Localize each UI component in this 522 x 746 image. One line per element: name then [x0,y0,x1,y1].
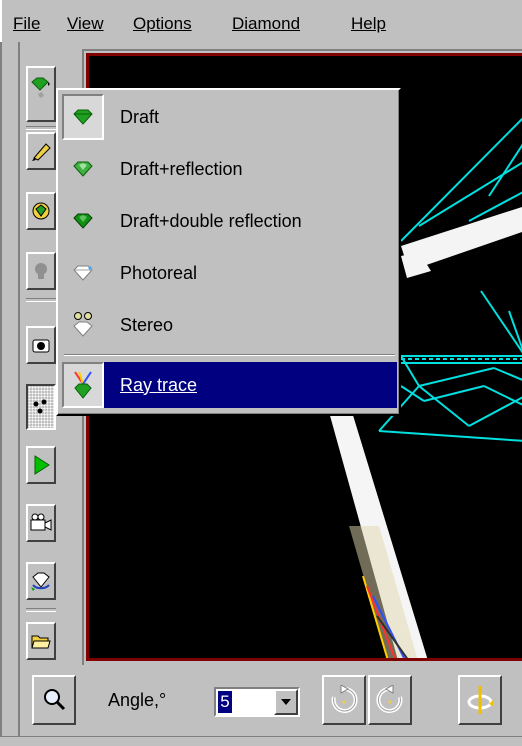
rotate-counterclockwise-button[interactable] [368,675,412,725]
bottom-toolbar: Angle,° 5 [22,671,522,731]
spin-axis-button[interactable] [458,675,502,725]
menu-item-draft-label: Draft [120,106,160,127]
camera-button[interactable] [26,326,56,364]
gem-settings-button[interactable] [26,192,56,230]
pencil-tool-button[interactable] [26,132,56,170]
angle-dropdown-button[interactable] [274,689,298,715]
photoreal-diamond-icon [62,250,104,296]
diamond-rotate-button[interactable] [26,562,56,600]
light-bulb-icon [35,263,47,279]
draft-reflection-diamond-icon [62,146,104,192]
toolbar-separator [26,298,56,302]
menu-diamond[interactable]: Diamond [232,14,300,34]
zoom-button[interactable] [32,675,76,725]
menu-help[interactable]: Help [351,14,386,34]
open-folder-icon [31,635,51,649]
menu-item-draft[interactable]: Draft [62,94,397,140]
menu-item-ray-trace[interactable]: Ray trace [62,362,397,408]
menu-separator [64,354,395,356]
play-icon [34,455,50,475]
diamond-rotate-icon [31,572,50,591]
menu-view[interactable]: View [67,14,104,34]
menu-item-draft-double-reflection-label: Draft+double reflection [120,210,302,231]
ray-trace-icon [62,362,104,408]
menu-diamond-label: Diamond [232,14,301,33]
left-toolbar [22,42,58,664]
angle-value: 5 [218,691,232,713]
toolbar-left-edge [18,42,20,736]
light-button[interactable] [26,252,56,290]
menu-item-draft-reflection-label: Draft+reflection [120,158,243,179]
window-left-edge [0,0,2,745]
ray-beam-shade [349,526,418,658]
rotate-clockwise-icon [331,685,358,713]
menu-item-draft-reflection[interactable]: Draft+reflection [62,146,397,192]
menu-item-ray-trace-label: Ray trace [120,374,198,395]
angle-label: Angle,° [108,690,167,710]
pencil-icon [32,143,51,161]
open-file-button[interactable] [26,622,56,660]
toolbar-separator [26,608,56,612]
menu-item-draft-double-reflection[interactable]: Draft+double reflection [62,198,397,244]
menu-file[interactable]: File [13,14,40,34]
menu-help-label: Help [351,14,386,33]
play-button[interactable] [26,446,56,484]
render-mode-icon [31,77,50,98]
menu-item-photoreal-label: Photoreal [120,262,198,283]
toolbar-separator [26,126,56,130]
menu-view-label: View [67,14,104,33]
menu-item-stereo[interactable]: Stereo [62,302,397,348]
magnifier-icon [44,689,66,711]
rotate-counterclockwise-icon [376,685,403,713]
video-camera-icon [30,513,52,531]
menu-file-label: File [13,14,41,33]
spin-axis-icon [467,686,493,714]
render-mode-menu: Draft Draft+reflection Draft+double refl… [56,88,401,416]
render-mode-button[interactable] [26,66,56,122]
menu-options-label: Options [133,14,192,33]
menu-item-stereo-label: Stereo [120,314,174,335]
video-camera-button[interactable] [26,504,56,542]
gem-settings-icon [32,202,50,220]
camera-icon [32,339,50,353]
menu-bar: File View Options Diamond Help [0,0,522,42]
menu-item-photoreal[interactable]: Photoreal [62,250,397,296]
rotate-tool-button[interactable] [26,384,56,430]
menu-options[interactable]: Options [133,14,192,34]
draft-double-reflection-diamond-icon [62,198,104,244]
rotate-dots-icon [33,399,47,414]
angle-select[interactable]: 5 [214,687,300,717]
draft-diamond-icon [62,94,104,140]
rotate-clockwise-button[interactable] [322,675,366,725]
stereo-diamond-icon [62,302,104,348]
chevron-down-icon [281,699,291,705]
ray-beam [319,376,428,658]
